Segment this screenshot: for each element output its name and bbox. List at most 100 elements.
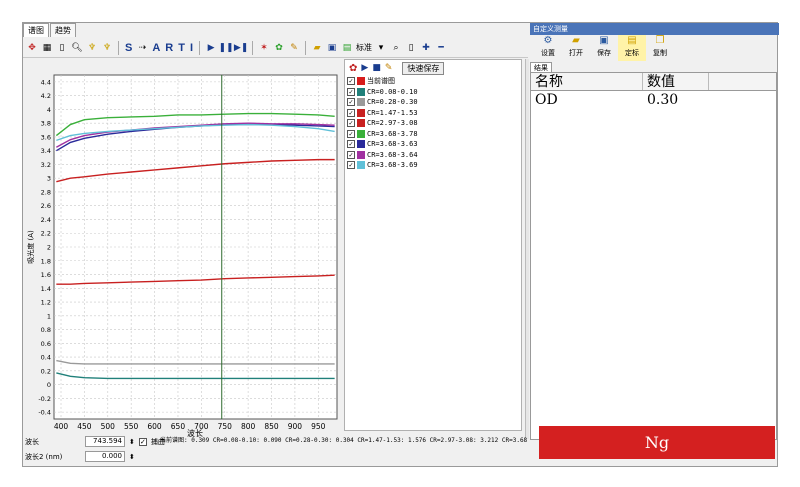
- tool-t[interactable]: T: [177, 42, 186, 54]
- legend-checkbox[interactable]: ✓: [347, 161, 355, 170]
- legend-item[interactable]: ✓ 当前谱图: [347, 76, 521, 87]
- save-button[interactable]: ▣ 保存: [590, 35, 618, 61]
- quick-save-button[interactable]: 快速保存: [402, 61, 445, 75]
- spinner-icon[interactable]: ⬍: [129, 438, 135, 446]
- y-tick-label: 2.6: [41, 202, 51, 210]
- legend-checkbox[interactable]: ✓: [347, 108, 355, 117]
- y-tick-label: 0.8: [41, 326, 51, 334]
- brush-icon[interactable]: ✎: [385, 63, 393, 73]
- palette-icon[interactable]: ✿: [273, 42, 285, 54]
- legend-item[interactable]: ✓ CR=3.68-3.69: [347, 160, 521, 171]
- x-tick-label: 800: [241, 422, 256, 431]
- stop-icon[interactable]: ■: [372, 63, 381, 73]
- copy-button[interactable]: ❐ 复制: [646, 35, 674, 61]
- plus-icon[interactable]: ✚: [420, 42, 432, 54]
- brush-icon[interactable]: ✎: [288, 42, 300, 54]
- y-tick-label: 1.8: [41, 257, 51, 265]
- legend-item[interactable]: ✓ CR=1.47-1.53: [347, 108, 521, 119]
- y-tick-label: 4: [47, 106, 51, 114]
- settings-icon[interactable]: ✶: [258, 42, 270, 54]
- calibrate-button[interactable]: ▤ 定标: [618, 35, 646, 61]
- spectrum-plot[interactable]: 400 450 500 550 600 650 700 750 800 850 900 950 -0.4…: [24, 59, 342, 439]
- tool-r[interactable]: R: [164, 42, 174, 54]
- spinner-icon[interactable]: ⬍: [129, 453, 135, 461]
- play-icon[interactable]: ▶: [205, 42, 217, 54]
- legend-list: ✓ 当前谱图 ✓ CR=0.08-0.10 ✓ CR=0.28-0.30 ✓ CR=1.47-…: [345, 76, 521, 171]
- tool-a[interactable]: A: [151, 42, 161, 54]
- play-icon[interactable]: ▶: [361, 63, 368, 73]
- wavelength-row: 波长 743.594 ⬍ ✓ 捕曲: [25, 436, 165, 447]
- grid-icon[interactable]: ▦: [41, 42, 53, 54]
- y-tick-label: 1.4: [41, 285, 51, 293]
- step-icon[interactable]: ▶❚: [234, 42, 248, 54]
- legend-panel: ✿ ▶ ■ ✎ 快速保存 ✓ 当前谱图 ✓ CR=0.08-0.10 ✓ CR=0.28-…: [344, 59, 522, 431]
- legend-label: CR=3.68-3.64: [367, 150, 418, 159]
- legend-item[interactable]: ✓ CR=2.97-3.08: [347, 118, 521, 129]
- x-tick-label: 750: [218, 422, 233, 431]
- open-button[interactable]: ▰ 打开: [562, 35, 590, 61]
- legend-swatch: [357, 119, 365, 128]
- legend-item[interactable]: ✓ CR=3.68-3.63: [347, 139, 521, 150]
- legend-label: CR=0.28-0.30: [367, 98, 418, 107]
- capture-checkbox[interactable]: ✓: [138, 437, 147, 446]
- folder-icon[interactable]: ▰: [311, 42, 323, 54]
- cell-value: 0.30: [647, 92, 679, 108]
- minus-icon[interactable]: ━: [435, 42, 447, 54]
- crosshair-icon[interactable]: ✥: [26, 42, 38, 54]
- table-row[interactable]: OD 0.30: [531, 91, 776, 109]
- page-icon[interactable]: ▯: [405, 42, 417, 54]
- wavelength-label: 波长: [25, 437, 39, 446]
- y-tick-label: 0.4: [41, 354, 51, 362]
- legend-item[interactable]: ✓ CR=3.68-3.78: [347, 129, 521, 140]
- result-banner: Ng: [539, 426, 775, 459]
- tool-i[interactable]: I: [189, 42, 194, 54]
- x-tick-label: 550: [124, 422, 139, 431]
- export-icon[interactable]: ▤: [341, 42, 353, 54]
- y-tick-label: 2: [47, 244, 51, 252]
- pin2-icon[interactable]: ♆: [101, 42, 113, 54]
- wavelength2-input[interactable]: 0.000: [85, 451, 125, 462]
- legend-item[interactable]: ✓ CR=0.28-0.30: [347, 97, 521, 108]
- y-axis-label: 吸光度 (A): [26, 230, 35, 264]
- legend-checkbox[interactable]: ✓: [347, 98, 355, 107]
- legend-checkbox[interactable]: ✓: [347, 77, 355, 86]
- x-tick-label: 400: [54, 422, 69, 431]
- legend-checkbox[interactable]: ✓: [347, 119, 355, 128]
- column-header-value[interactable]: 数值: [643, 73, 709, 90]
- x-tick-label: 450: [77, 422, 92, 431]
- measure-toolbar: ⚙ 设置 ▰ 打开 ▣ 保存 ▤ 定标 ❐ 复制: [530, 35, 779, 61]
- legend-item[interactable]: ✓ CR=0.08-0.10: [347, 87, 521, 98]
- calibrate-icon: ▤: [627, 35, 637, 46]
- wavelength2-row: 波长2 (nm) 0.000 ⬍: [25, 451, 135, 462]
- standard-dropdown[interactable]: 标准: [356, 42, 372, 53]
- legend-checkbox[interactable]: ✓: [347, 129, 355, 138]
- document-icon[interactable]: ▯: [56, 42, 68, 54]
- spectrum-chart[interactable]: 400 450 500 550 600 650 700 750 800 850 900 950-0.4…: [24, 59, 342, 439]
- save-icon[interactable]: ▣: [326, 42, 338, 54]
- wavelength-input[interactable]: 743.594: [85, 436, 125, 447]
- select-icon[interactable]: ⇢: [136, 42, 148, 54]
- splitter-handle[interactable]: [525, 59, 529, 439]
- pin-icon[interactable]: ♆: [86, 42, 98, 54]
- tool-s[interactable]: S: [124, 42, 133, 54]
- legend-swatch: [357, 140, 365, 149]
- legend-swatch: [357, 98, 365, 107]
- zoom-icon[interactable]: 🔍︎: [71, 42, 83, 54]
- settings-button[interactable]: ⚙ 设置: [534, 35, 562, 61]
- legend-checkbox[interactable]: ✓: [347, 140, 355, 149]
- legend-swatch: [357, 161, 365, 170]
- tab-results[interactable]: 结果: [530, 62, 552, 72]
- legend-swatch: [357, 108, 365, 117]
- column-header-name[interactable]: 名称: [531, 73, 643, 90]
- toolbar-divider: [305, 40, 307, 55]
- legend-checkbox[interactable]: ✓: [347, 150, 355, 159]
- tab-trend[interactable]: 趋势: [50, 23, 76, 37]
- chevron-down-icon[interactable]: ▾: [375, 42, 387, 54]
- refresh-icon[interactable]: ✿: [349, 63, 357, 74]
- tab-spectrum[interactable]: 谱图: [23, 23, 49, 37]
- legend-swatch: [357, 129, 365, 138]
- pause-icon[interactable]: ❚❚: [219, 42, 234, 54]
- legend-item[interactable]: ✓ CR=3.68-3.64: [347, 150, 521, 161]
- legend-checkbox[interactable]: ✓: [347, 87, 355, 96]
- search-icon[interactable]: ⌕: [390, 42, 402, 54]
